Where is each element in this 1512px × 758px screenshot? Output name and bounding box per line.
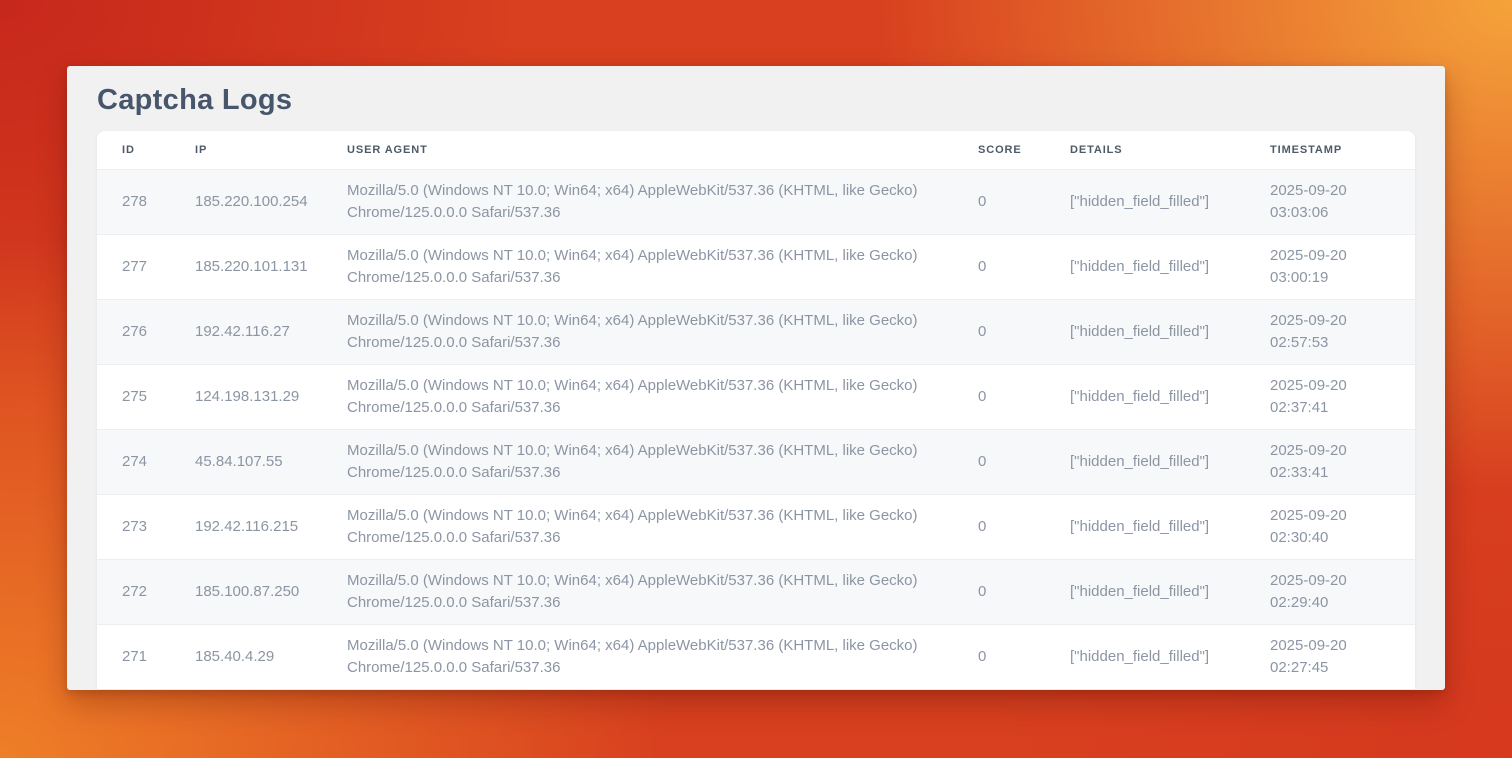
column-header-details: DETAILS: [1045, 131, 1245, 170]
cell-user-agent: Mozilla/5.0 (Windows NT 10.0; Win64; x64…: [322, 495, 953, 560]
cell-details: ["hidden_field_filled"]: [1045, 560, 1245, 625]
cell-ip: 192.42.116.27: [170, 300, 322, 365]
cell-id: 278: [97, 170, 170, 235]
captcha-logs-card: Captcha Logs ID IP USER AGENT SCORE DETA…: [67, 66, 1445, 690]
table-row: 274 45.84.107.55 Mozilla/5.0 (Windows NT…: [97, 430, 1415, 495]
table-row: 271 185.40.4.29 Mozilla/5.0 (Windows NT …: [97, 625, 1415, 690]
cell-timestamp: 2025-09-20 02:37:41: [1245, 365, 1415, 430]
cell-id: 277: [97, 235, 170, 300]
cell-score: 0: [953, 560, 1045, 625]
cell-ip: 124.198.131.29: [170, 365, 322, 430]
cell-timestamp: 2025-09-20 02:27:45: [1245, 625, 1415, 690]
cell-details: ["hidden_field_filled"]: [1045, 625, 1245, 690]
cell-ip: 185.40.4.29: [170, 625, 322, 690]
cell-timestamp: 2025-09-20 02:29:40: [1245, 560, 1415, 625]
cell-score: 0: [953, 300, 1045, 365]
cell-timestamp: 2025-09-20 02:30:40: [1245, 495, 1415, 560]
captcha-logs-table-container: ID IP USER AGENT SCORE DETAILS TIMESTAMP…: [97, 131, 1415, 689]
cell-score: 0: [953, 430, 1045, 495]
cell-score: 0: [953, 365, 1045, 430]
column-header-timestamp: TIMESTAMP: [1245, 131, 1415, 170]
table-header-row: ID IP USER AGENT SCORE DETAILS TIMESTAMP: [97, 131, 1415, 170]
cell-id: 275: [97, 365, 170, 430]
desktop-background: Captcha Logs ID IP USER AGENT SCORE DETA…: [0, 0, 1512, 758]
cell-details: ["hidden_field_filled"]: [1045, 495, 1245, 560]
column-header-score: SCORE: [953, 131, 1045, 170]
cell-timestamp: 2025-09-20 02:33:41: [1245, 430, 1415, 495]
table-row: 275 124.198.131.29 Mozilla/5.0 (Windows …: [97, 365, 1415, 430]
table-header: ID IP USER AGENT SCORE DETAILS TIMESTAMP: [97, 131, 1415, 170]
cell-user-agent: Mozilla/5.0 (Windows NT 10.0; Win64; x64…: [322, 560, 953, 625]
column-header-user-agent: USER AGENT: [322, 131, 953, 170]
cell-timestamp: 2025-09-20 02:57:53: [1245, 300, 1415, 365]
column-header-ip: IP: [170, 131, 322, 170]
cell-ip: 185.220.100.254: [170, 170, 322, 235]
table-row: 277 185.220.101.131 Mozilla/5.0 (Windows…: [97, 235, 1415, 300]
table-row: 278 185.220.100.254 Mozilla/5.0 (Windows…: [97, 170, 1415, 235]
cell-user-agent: Mozilla/5.0 (Windows NT 10.0; Win64; x64…: [322, 300, 953, 365]
cell-user-agent: Mozilla/5.0 (Windows NT 10.0; Win64; x64…: [322, 235, 953, 300]
cell-details: ["hidden_field_filled"]: [1045, 300, 1245, 365]
cell-details: ["hidden_field_filled"]: [1045, 430, 1245, 495]
cell-id: 271: [97, 625, 170, 690]
cell-user-agent: Mozilla/5.0 (Windows NT 10.0; Win64; x64…: [322, 170, 953, 235]
cell-timestamp: 2025-09-20 03:00:19: [1245, 235, 1415, 300]
table-row: 276 192.42.116.27 Mozilla/5.0 (Windows N…: [97, 300, 1415, 365]
cell-ip: 45.84.107.55: [170, 430, 322, 495]
cell-id: 272: [97, 560, 170, 625]
cell-score: 0: [953, 495, 1045, 560]
cell-details: ["hidden_field_filled"]: [1045, 170, 1245, 235]
cell-score: 0: [953, 235, 1045, 300]
cell-user-agent: Mozilla/5.0 (Windows NT 10.0; Win64; x64…: [322, 430, 953, 495]
table-body: 278 185.220.100.254 Mozilla/5.0 (Windows…: [97, 170, 1415, 690]
page-title: Captcha Logs: [97, 66, 1415, 118]
cell-ip: 185.100.87.250: [170, 560, 322, 625]
cell-score: 0: [953, 625, 1045, 690]
table-row: 272 185.100.87.250 Mozilla/5.0 (Windows …: [97, 560, 1415, 625]
cell-id: 273: [97, 495, 170, 560]
cell-details: ["hidden_field_filled"]: [1045, 365, 1245, 430]
cell-ip: 185.220.101.131: [170, 235, 322, 300]
cell-timestamp: 2025-09-20 03:03:06: [1245, 170, 1415, 235]
captcha-logs-table: ID IP USER AGENT SCORE DETAILS TIMESTAMP…: [97, 131, 1415, 689]
cell-user-agent: Mozilla/5.0 (Windows NT 10.0; Win64; x64…: [322, 365, 953, 430]
table-row: 273 192.42.116.215 Mozilla/5.0 (Windows …: [97, 495, 1415, 560]
column-header-id: ID: [97, 131, 170, 170]
cell-user-agent: Mozilla/5.0 (Windows NT 10.0; Win64; x64…: [322, 625, 953, 690]
cell-details: ["hidden_field_filled"]: [1045, 235, 1245, 300]
cell-id: 276: [97, 300, 170, 365]
cell-id: 274: [97, 430, 170, 495]
cell-score: 0: [953, 170, 1045, 235]
cell-ip: 192.42.116.215: [170, 495, 322, 560]
